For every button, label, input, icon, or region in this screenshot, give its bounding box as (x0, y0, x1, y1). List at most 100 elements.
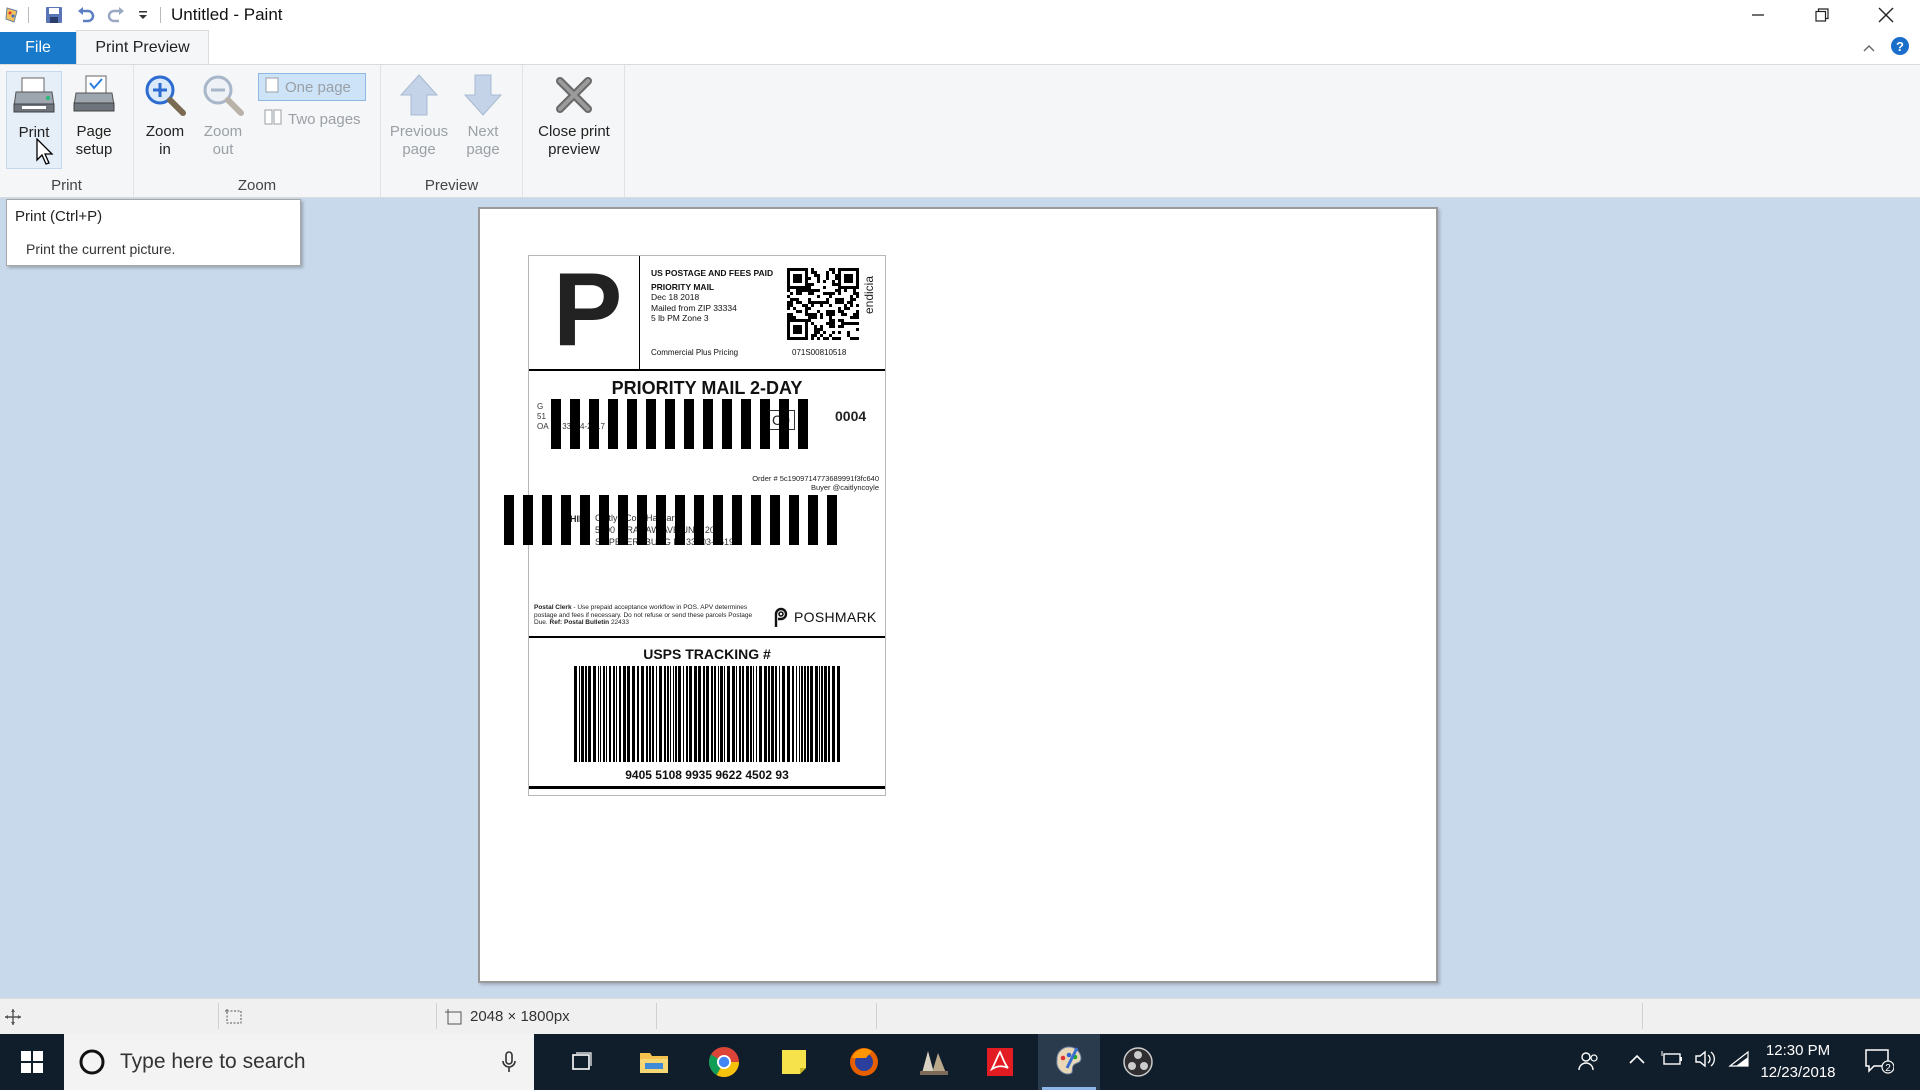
zoom-out-button[interactable]: Zoom out (198, 71, 248, 159)
qr-module (838, 292, 841, 295)
wifi-icon[interactable] (1728, 1050, 1750, 1073)
barcode-bar (736, 666, 737, 762)
redo-icon[interactable] (104, 4, 128, 26)
zoom-in-icon (141, 71, 189, 119)
qr-module (820, 328, 823, 331)
barcode-bar (815, 666, 818, 762)
redaction-bar (732, 495, 742, 545)
qr-module (844, 289, 847, 292)
taskbar-clock[interactable]: 12:30 PM 12/23/2018 (1758, 1040, 1838, 1084)
zoom-group-label: Zoom (237, 177, 277, 194)
redaction-bar (504, 495, 514, 545)
printer-icon (10, 72, 58, 120)
zoom-out-label-1: Zoom (203, 123, 243, 140)
barcode-bar (768, 666, 770, 762)
people-icon[interactable] (1578, 1050, 1600, 1077)
restore-button[interactable] (1790, 0, 1854, 30)
previous-page-button[interactable]: Previous page (387, 71, 451, 159)
qr-module (796, 301, 799, 304)
next-page-button[interactable]: Next page (455, 71, 511, 159)
barcode-bar (787, 666, 790, 762)
barcode-bar (746, 666, 749, 762)
chrome-icon[interactable] (702, 1042, 746, 1082)
save-icon[interactable] (42, 4, 66, 26)
firefox-icon[interactable] (842, 1042, 886, 1082)
tab-file[interactable]: File (0, 32, 76, 64)
qr-module (856, 292, 859, 295)
barcode-bar (711, 666, 713, 762)
qr-module (850, 304, 853, 307)
paint-app-icon[interactable] (2, 4, 22, 26)
barcode-bar (619, 666, 621, 762)
help-icon[interactable]: ? (1890, 36, 1910, 61)
sticky-notes-icon[interactable] (772, 1042, 816, 1082)
tab-print-preview[interactable]: Print Preview (76, 30, 209, 64)
qr-module (832, 319, 835, 322)
qr-module (799, 289, 802, 292)
qr-module (811, 268, 814, 271)
qr-module (817, 277, 820, 280)
qr-module (850, 322, 853, 325)
close-group: Close print preview (523, 65, 625, 197)
qr-module (826, 277, 829, 280)
one-page-label: One page (285, 78, 351, 96)
barcode-bar (804, 666, 806, 762)
minimize-ribbon-icon[interactable] (1862, 40, 1876, 58)
two-pages-button[interactable]: Two pages (258, 105, 374, 133)
barcode-bar (606, 666, 607, 762)
redaction-bar (523, 495, 533, 545)
acrobat-icon[interactable] (978, 1042, 1022, 1082)
qr-module (838, 337, 841, 340)
redaction-bar (637, 495, 647, 545)
redaction-bar (713, 495, 723, 545)
undo-icon[interactable] (74, 4, 98, 26)
battery-icon[interactable] (1660, 1050, 1684, 1073)
task-view-icon[interactable] (560, 1042, 604, 1082)
qr-module (832, 325, 835, 328)
qr-module (841, 313, 844, 316)
qr-module (817, 280, 820, 283)
qr-module (811, 304, 814, 307)
paint-icon[interactable] (1038, 1034, 1100, 1090)
barcode-bar (694, 666, 697, 762)
barcode-bar (609, 666, 611, 762)
cortana-icon (78, 1048, 106, 1076)
customize-dropdown-icon[interactable] (134, 4, 152, 26)
minimize-button[interactable] (1726, 0, 1790, 30)
label-divider-1 (529, 369, 885, 371)
redaction-bar (627, 399, 637, 449)
barcode-bar (646, 666, 648, 762)
taskbar: Type here to search 12:30 PM 12/23/2018 … (0, 1034, 1920, 1090)
obs-icon[interactable] (1116, 1042, 1160, 1082)
qr-module (826, 310, 829, 313)
taskbar-search-box[interactable]: Type here to search (64, 1034, 534, 1090)
redaction-bar (551, 399, 561, 449)
one-page-button[interactable]: One page (258, 73, 366, 101)
barcode-bar (593, 666, 596, 762)
page-setup-button[interactable]: Page setup (66, 71, 122, 159)
close-print-preview-button[interactable]: Close print preview (527, 71, 621, 159)
zoom-in-button[interactable]: Zoom in (140, 71, 190, 159)
app-icon[interactable] (912, 1042, 956, 1082)
title-bar: Untitled - Paint (0, 0, 1920, 30)
qr-module (832, 292, 835, 295)
qr-module (856, 313, 859, 316)
file-explorer-icon[interactable] (632, 1042, 676, 1082)
two-pages-label: Two pages (288, 110, 361, 128)
start-button[interactable] (10, 1042, 54, 1082)
qr-module (826, 292, 829, 295)
close-window-button[interactable] (1854, 0, 1918, 30)
postage-line-1: US POSTAGE AND FEES PAID (651, 268, 774, 278)
qr-module (826, 337, 829, 340)
redaction-bar (770, 495, 780, 545)
postal-clerk-note: Postal Clerk - Use prepaid acceptance wo… (534, 604, 764, 627)
qr-module (814, 289, 817, 292)
qr-module (805, 307, 808, 310)
qr-module (796, 292, 799, 295)
volume-icon[interactable] (1694, 1050, 1716, 1073)
show-hidden-icons-icon[interactable] (1628, 1050, 1646, 1071)
zoom-out-label-2: out (212, 141, 234, 158)
qr-module (793, 307, 796, 310)
action-center-icon[interactable]: 2 (1864, 1048, 1895, 1079)
microphone-icon[interactable] (502, 1051, 516, 1078)
